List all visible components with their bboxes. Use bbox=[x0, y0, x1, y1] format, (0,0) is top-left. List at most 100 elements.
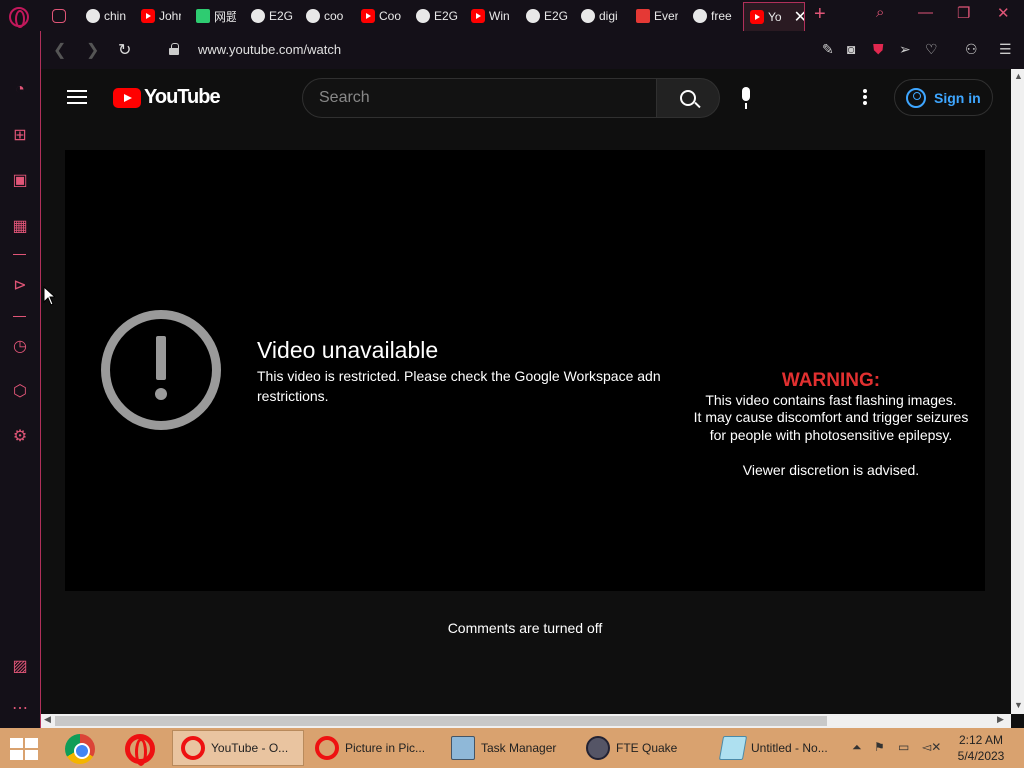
new-tab-button[interactable]: + bbox=[814, 3, 826, 26]
gallery-icon[interactable]: ▨ bbox=[10, 656, 30, 676]
search-icon bbox=[680, 90, 696, 106]
speed-dial-icon[interactable]: ◔ bbox=[10, 80, 30, 100]
shopping-bag-icon[interactable]: ⊞ bbox=[10, 125, 30, 145]
tab-10[interactable]: digi bbox=[581, 5, 621, 27]
tab-7[interactable]: E2G bbox=[416, 5, 458, 27]
unavailable-title: Video unavailable bbox=[257, 337, 439, 363]
heart-icon[interactable]: ♡ bbox=[925, 41, 938, 58]
warning-line: This video contains fast flashing images… bbox=[705, 391, 957, 408]
search-button[interactable] bbox=[656, 78, 720, 118]
quake-icon bbox=[586, 736, 610, 760]
tab-4[interactable]: E2G bbox=[251, 5, 293, 27]
reload-button[interactable]: ↻ bbox=[118, 40, 131, 60]
warning-line: for people with photosensitive epilepsy. bbox=[709, 426, 953, 443]
tab-8[interactable]: Win bbox=[471, 5, 511, 27]
task-notepad[interactable]: Untitled - No... bbox=[713, 730, 845, 766]
forward-button[interactable]: ❯ bbox=[86, 40, 99, 60]
tab-active[interactable]: Yo✕ bbox=[743, 2, 805, 31]
tab-12[interactable]: free bbox=[693, 5, 733, 27]
horizontal-scrollbar[interactable]: ◀ ▶ bbox=[41, 714, 1011, 728]
opera-icon[interactable] bbox=[125, 734, 155, 766]
action-center-flag-icon[interactable]: ⚑ bbox=[874, 740, 885, 754]
page-viewport: YouTube Sign in Video unavailable This v… bbox=[41, 69, 1011, 714]
gamepad-icon bbox=[52, 9, 66, 23]
youtube-header: YouTube Sign in bbox=[41, 69, 1011, 125]
globe-icon bbox=[526, 9, 540, 23]
opera-menu-icon[interactable] bbox=[9, 7, 29, 28]
more-options-icon[interactable]: ⋯ bbox=[10, 698, 30, 718]
history-icon[interactable]: ◷ bbox=[10, 336, 30, 356]
restore-button[interactable]: ❐ bbox=[957, 4, 970, 22]
snapshot-icon[interactable]: ◙ bbox=[847, 41, 855, 57]
tab-6[interactable]: Coo bbox=[361, 5, 401, 27]
close-window-button[interactable]: ✕ bbox=[997, 4, 1010, 22]
tab-1[interactable]: chin bbox=[86, 5, 126, 27]
sidebar-divider bbox=[13, 254, 26, 255]
scroll-right-arrow-icon[interactable]: ▶ bbox=[997, 714, 1004, 725]
task-youtube-opera[interactable]: YouTube - O... bbox=[172, 730, 304, 766]
warning-title: WARNING: bbox=[781, 370, 881, 391]
account-icon bbox=[906, 87, 926, 108]
player-icon[interactable]: ⊳ bbox=[10, 275, 30, 295]
youtube-logo[interactable]: YouTube bbox=[113, 86, 221, 109]
tab-2[interactable]: Johr bbox=[141, 5, 181, 27]
volume-muted-icon[interactable]: ◅✕ bbox=[922, 740, 941, 754]
cube-icon[interactable]: ⬡ bbox=[10, 381, 30, 401]
system-clock[interactable]: 2:12 AM 5/4/2023 bbox=[950, 732, 1012, 764]
youtube-icon bbox=[471, 9, 485, 23]
globe-icon bbox=[86, 9, 100, 23]
exclamation-icon bbox=[101, 310, 221, 430]
windows-start-icon[interactable] bbox=[10, 738, 38, 760]
globe-icon bbox=[693, 9, 707, 23]
scroll-down-arrow-icon[interactable]: ▼ bbox=[1014, 700, 1023, 710]
task-picture-in-picture[interactable]: Picture in Pic... bbox=[307, 730, 439, 766]
youtube-icon bbox=[750, 10, 764, 24]
back-button[interactable]: ❮ bbox=[53, 40, 66, 60]
twitch-icon[interactable]: ▣ bbox=[10, 170, 30, 190]
chrome-icon[interactable] bbox=[65, 734, 95, 764]
youtube-icon bbox=[141, 9, 155, 23]
task-fte-quake[interactable]: FTE Quake bbox=[578, 730, 708, 766]
extensions-chip-icon[interactable]: ▦ bbox=[10, 216, 30, 236]
video-player[interactable]: Video unavailable This video is restrict… bbox=[65, 150, 985, 591]
tab-9[interactable]: E2G bbox=[526, 5, 568, 27]
warning-advisory: Viewer discretion is advised. bbox=[742, 462, 920, 478]
edit-icon[interactable]: ✎ bbox=[822, 41, 834, 58]
scroll-left-arrow-icon[interactable]: ◀ bbox=[44, 714, 51, 725]
more-settings-icon[interactable] bbox=[863, 89, 867, 105]
warning-line: It may cause discomfort and trigger seiz… bbox=[693, 409, 969, 425]
search-input[interactable] bbox=[303, 79, 656, 117]
search-tabs-icon[interactable]: ⌕ bbox=[876, 4, 884, 21]
voice-search-icon[interactable] bbox=[739, 87, 753, 109]
url-field[interactable]: www.youtube.com/watch bbox=[198, 42, 341, 57]
guide-menu-icon[interactable] bbox=[67, 90, 87, 104]
globe-icon bbox=[306, 9, 320, 23]
task-task-manager[interactable]: Task Manager bbox=[443, 730, 573, 766]
tab-strip: chin Johr 网题 E2G coo Coo E2G Win E2G dig… bbox=[0, 0, 1024, 31]
globe-icon bbox=[581, 9, 595, 23]
tab-0[interactable] bbox=[52, 5, 70, 27]
sign-in-button[interactable]: Sign in bbox=[894, 79, 993, 116]
globe-icon bbox=[416, 9, 430, 23]
settings-gear-icon[interactable]: ⚙ bbox=[10, 426, 30, 446]
profile-icon[interactable]: ⚇ bbox=[965, 41, 978, 58]
vertical-scrollbar[interactable]: ▲ ▼ bbox=[1011, 69, 1024, 714]
tab-11[interactable]: Ever bbox=[636, 5, 678, 27]
horizontal-scroll-thumb[interactable] bbox=[55, 716, 827, 726]
unavailable-message: This video is restricted. Please check t… bbox=[257, 368, 661, 404]
network-icon[interactable]: ▭ bbox=[898, 740, 909, 754]
minimize-button[interactable]: — bbox=[918, 4, 933, 21]
tab-3[interactable]: 网题 bbox=[196, 5, 236, 27]
send-icon[interactable]: ➢ bbox=[899, 41, 911, 58]
scroll-up-arrow-icon[interactable]: ▲ bbox=[1014, 71, 1023, 81]
show-hidden-icons-icon[interactable]: ⏶ bbox=[852, 740, 862, 755]
adblock-shield-icon[interactable]: ⛊ bbox=[873, 41, 884, 58]
lock-icon[interactable] bbox=[169, 43, 179, 55]
github-icon bbox=[251, 9, 265, 23]
opera-sidebar: ◔ ⊞ ▣ ▦ ⊳ ◷ ⬡ ⚙ ▨ ⋯ bbox=[0, 31, 41, 728]
easy-setup-icon[interactable]: ☰ bbox=[999, 41, 1012, 58]
close-tab-icon[interactable]: ✕ bbox=[794, 7, 804, 27]
tv-icon bbox=[636, 9, 650, 23]
tab-5[interactable]: coo bbox=[306, 5, 346, 27]
windows-taskbar: YouTube - O... Picture in Pic... Task Ma… bbox=[0, 728, 1024, 768]
